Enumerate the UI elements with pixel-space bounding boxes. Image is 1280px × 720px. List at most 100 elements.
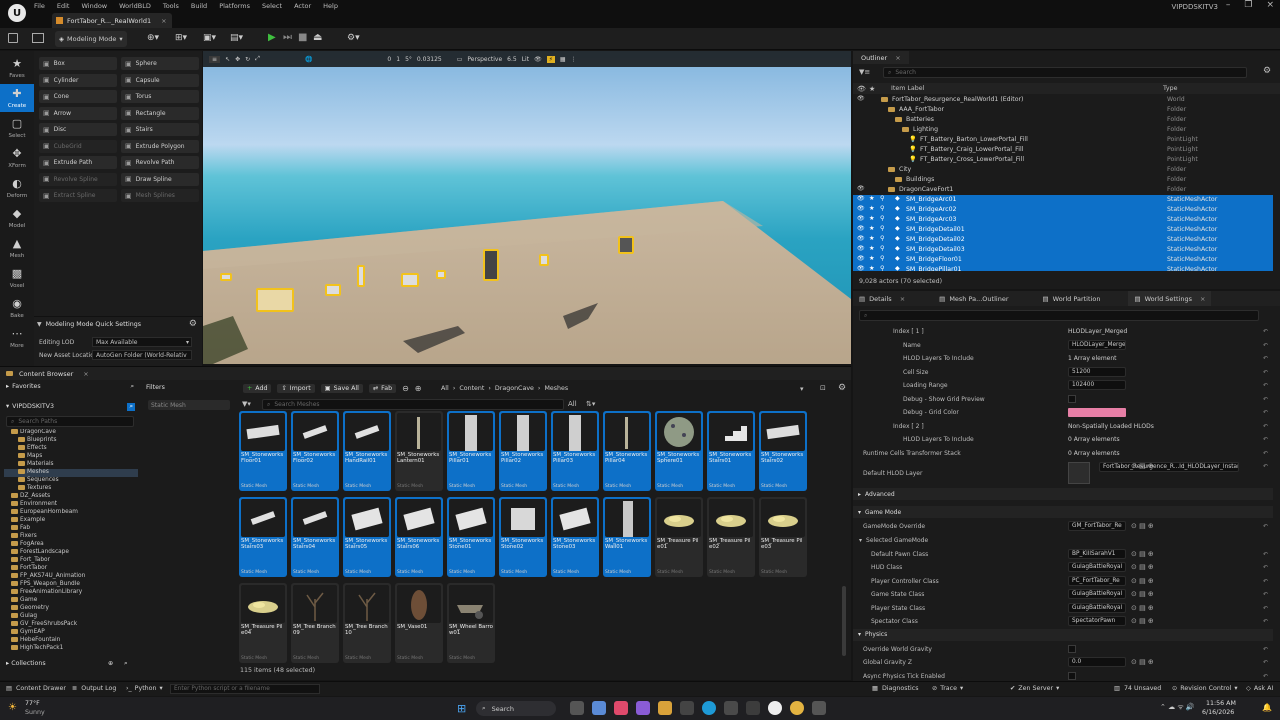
show-icon[interactable]: 👁 [534,56,542,63]
mode-voxel[interactable]: ▩ Voxel [0,264,34,292]
asset-tile[interactable]: SM_Treasure Pile03 Static Mesh [759,497,807,577]
rotate-tool-icon[interactable]: ↻ [245,56,250,63]
pin-icon[interactable]: ★ [869,265,875,271]
menu-file[interactable]: File [34,2,45,10]
folder-tree-item[interactable]: Sequences [4,477,138,485]
snap-value-2[interactable]: 1 [396,56,400,63]
folder-tree-item[interactable]: FortTabor [4,565,138,573]
visibility-icon[interactable]: 👁 [857,255,865,262]
layout-icon[interactable]: ▦ [560,56,566,63]
tray-icons[interactable]: ⌃ ☁ ᯤ 🔊 [1160,703,1195,712]
property-value[interactable]: 0 Array elements [1068,450,1120,457]
reset-icon[interactable]: ↶ [1263,463,1268,470]
viewport-menu-icon[interactable]: ≡ [209,55,221,63]
reset-icon[interactable]: ↶ [1263,436,1268,443]
fov-value[interactable]: 6.5 [507,56,517,63]
app-icon[interactable] [746,701,760,715]
lock-icon[interactable]: ⚲ [880,255,885,262]
property-value[interactable]: HLODLayer_Merged [1068,328,1127,335]
folder-tree-item[interactable]: Example [4,517,138,525]
asset-tile[interactable]: SM_Stoneworks Pillar01 Static Mesh [447,411,495,491]
app-icon[interactable] [680,701,694,715]
mode-xform[interactable]: ✥ XForm [0,144,34,172]
trace-dropdown[interactable]: ⊘ Trace ▾ [932,685,963,692]
asset-tile[interactable]: SM_Stoneworks Stairs02 Static Mesh [759,411,807,491]
pin-icon[interactable]: ★ [869,225,875,232]
outliner-row[interactable]: 👁 ★ ⚲ ◆ SM_BridgeDetail03 StaticMeshActor [853,245,1273,255]
close-icon[interactable]: × [900,295,905,303]
revision-control-dropdown[interactable]: ⊙ Revision Control ▾ [1172,685,1238,692]
mode-deform[interactable]: ◐ Deform [0,174,34,202]
tab-world-partition[interactable]: ▤ World Partition [1037,291,1107,306]
folder-tree-item[interactable]: GV_FreeShrubsPack [4,621,138,629]
tool-revolve-path[interactable]: ▣ Revolve Path [121,156,199,169]
pin-icon[interactable]: ★ [869,235,875,242]
category-advanced[interactable]: ▸ Advanced [853,488,1273,500]
browse-icons[interactable]: ⊙ ▤ ⊕ [1131,577,1154,585]
collections-header[interactable]: ▸ Collections ⊕ ⌕ [0,660,140,672]
browse-icons[interactable]: ⊙ ▤ ⊕ [1131,604,1154,612]
blueprint-icon[interactable]: ⊞▾ [175,33,187,43]
tool-revolve-spline[interactable]: ▣ Revolve Spline [39,172,117,186]
folder-tree-item[interactable]: Gulag [4,613,138,621]
perspective-dropdown[interactable]: Perspective [467,56,502,63]
select-tool-icon[interactable]: ↖ [225,56,230,63]
pin-icon[interactable]: ★ [869,245,875,252]
menu-window[interactable]: Window [81,2,107,10]
menu-platforms[interactable]: Platforms [219,2,250,10]
visibility-icon[interactable]: 👁 [857,205,865,212]
mode-faves[interactable]: ★ Faves [0,54,34,82]
mesh-actor[interactable] [220,273,232,281]
zen-server-dropdown[interactable]: ✔ Zen Server ▾ [1010,685,1059,692]
checkbox[interactable] [1068,394,1076,403]
category-physics[interactable]: ▾ Physics [853,628,1273,641]
tool-arrow[interactable]: ▣ Arrow [39,106,117,120]
app-icon[interactable] [614,701,628,715]
outliner-row[interactable]: 👁 ★ ⚲ ◆ SM_BridgeArc01 StaticMeshActor [853,195,1273,205]
outliner-row[interactable]: 👁 ★ ⚲ ◆ SM_BridgeArc03 StaticMeshActor [853,215,1273,225]
tool-sphere[interactable]: ▣ Sphere [121,57,199,70]
mesh-actor[interactable] [618,236,634,254]
add-actor-icon[interactable]: ⊕▾ [147,33,159,43]
save-icon[interactable] [8,33,18,43]
tool-extrude-polygon[interactable]: ▣ Extrude Polygon [121,139,199,153]
unreal-logo-icon[interactable]: U [8,4,26,22]
asset-tile[interactable]: SM_Stoneworks Stairs03 Static Mesh [239,497,287,577]
menu-help[interactable]: Help [323,2,338,10]
output-log-button[interactable]: ≣ Output Log [72,685,116,692]
lock-icon[interactable]: ⚲ [880,225,885,232]
tool-cone[interactable]: ▣ Cone [39,90,117,103]
folder-tree-item[interactable]: Fixers [4,533,138,541]
asset-tile[interactable]: SM_Stoneworks Pillar03 Static Mesh [551,411,599,491]
property-value[interactable]: Non-Spatially Loaded HLODs [1068,423,1154,430]
folder-tree-item[interactable]: Fort_Tabor [4,557,138,565]
document-tab[interactable]: FortTabor_R..._RealWorld1 × [52,13,172,28]
diagnostics-button[interactable]: ▦ Diagnostics [872,685,919,692]
close-icon[interactable]: × [895,54,900,62]
level-viewport[interactable]: ≡ ↖ ✥ ↻ ⤢ 🌐 0 1 5° 0.03125 ▭ Perspective… [203,51,851,364]
property-value[interactable]: 1 Array element [1068,355,1117,362]
mode-mesh[interactable]: ▲ Mesh [0,234,34,262]
asset-tile[interactable]: SM_Stoneworks HandRail01 Static Mesh [343,411,391,491]
settings-gear-icon[interactable]: ⚙ [1263,66,1271,76]
reset-icon[interactable]: ↶ [1263,646,1268,653]
platforms-icon[interactable]: ⚙▾ [347,33,360,43]
world-space-icon[interactable]: 🌐 [305,56,312,63]
folder-tree-item[interactable]: Geometry [4,605,138,613]
visibility-icon[interactable]: 👁 [857,245,865,252]
launch-icon[interactable]: ⏏ [313,32,322,43]
mode-create[interactable]: ✚ Create [0,84,34,112]
visibility-icon[interactable]: 👁 [857,185,865,192]
tool-draw-spline[interactable]: ▣ Draw Spline [121,172,199,186]
app-icon[interactable] [724,701,738,715]
folder-tree-item[interactable]: Blueprints [4,437,138,445]
details-search-input[interactable]: ⌕ [859,310,1259,321]
property-value[interactable]: GulagBattleRoyal [1068,562,1126,572]
browse-icons[interactable]: ⊙ ▤ ⊕ [1131,462,1154,470]
asset-tile[interactable]: SM_Stoneworks Sphere01 Static Mesh [655,411,703,491]
visibility-icon[interactable]: 👁 [857,95,865,102]
reset-icon[interactable]: ↶ [1263,369,1268,376]
property-value[interactable]: 102400 [1068,380,1126,390]
step-icon[interactable]: ⏭ [283,32,292,43]
search-icon[interactable]: ⌕ [124,660,128,668]
